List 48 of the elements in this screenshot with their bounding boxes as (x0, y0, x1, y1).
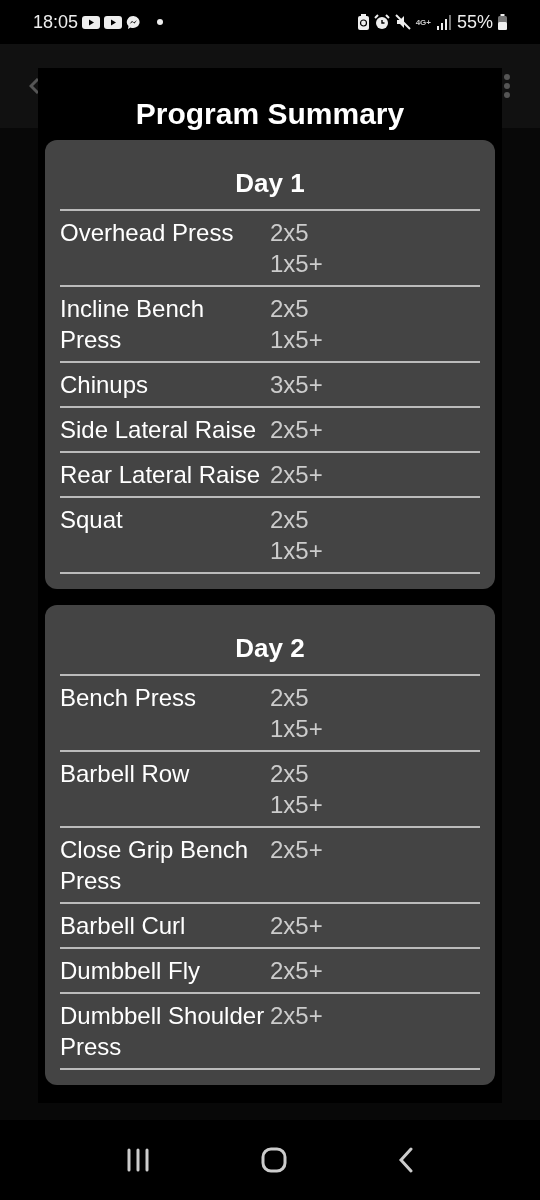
exercise-name: Squat (60, 505, 124, 535)
signal-icon (435, 14, 452, 30)
exercise-name: Chinups (60, 370, 150, 400)
set-scheme: 2x5 (270, 759, 310, 789)
set-scheme: 2x5 (270, 218, 310, 248)
exercise-name: Close Grip Bench Press (60, 835, 250, 896)
day-title: Day 1 (60, 140, 480, 211)
battery-recycle-icon (357, 14, 369, 30)
status-time: 18:05 (33, 11, 79, 33)
set-scheme: 1x5+ (270, 714, 323, 744)
exercise-name: Barbell Curl (60, 911, 187, 941)
set-scheme: 2x5 (270, 294, 310, 324)
set-scheme: 2x5 (270, 505, 310, 535)
set-scheme: 1x5+ (270, 325, 323, 355)
exercise-name: Side Lateral Raise (60, 415, 258, 445)
recent-apps-icon[interactable] (125, 1148, 150, 1172)
set-scheme: 1x5+ (270, 536, 323, 566)
set-scheme: 1x5+ (270, 790, 323, 820)
exercise-name: Overhead Press (60, 218, 235, 248)
back-icon[interactable] (398, 1147, 415, 1173)
exercise-name: Barbell Row (60, 759, 191, 789)
network-label: 4G+ (415, 17, 431, 27)
dot-icon (157, 19, 164, 25)
exercise-name: Incline Bench Press (60, 294, 206, 355)
mute-icon (394, 14, 411, 30)
set-scheme: 1x5+ (270, 249, 323, 279)
set-scheme: 2x5+ (270, 1001, 323, 1031)
alarm-icon (373, 14, 390, 30)
play-icon (104, 15, 123, 29)
play-icon (82, 15, 101, 29)
battery-percentage: 55% (456, 11, 493, 33)
more-options-icon[interactable] (503, 74, 511, 98)
set-scheme: 2x5+ (270, 460, 323, 490)
chat-bubble-icon (126, 14, 142, 30)
exercise-name: Bench Press (60, 683, 198, 713)
set-scheme: 2x5+ (270, 956, 323, 986)
set-scheme: 2x5+ (270, 911, 323, 941)
dialog-title: Program Summary (134, 96, 406, 130)
set-scheme: 2x5+ (270, 415, 323, 445)
set-scheme: 2x5+ (270, 835, 323, 865)
exercise-name: Dumbbell Fly (60, 956, 202, 986)
exercise-name: Dumbbell Shoulder Press (60, 1001, 266, 1062)
day-title: Day 2 (60, 605, 480, 676)
set-scheme: 3x5+ (270, 370, 323, 400)
home-icon[interactable] (261, 1147, 287, 1173)
set-scheme: 2x5 (270, 683, 310, 713)
exercise-name: Rear Lateral Raise (60, 460, 262, 490)
battery-icon (498, 14, 507, 30)
